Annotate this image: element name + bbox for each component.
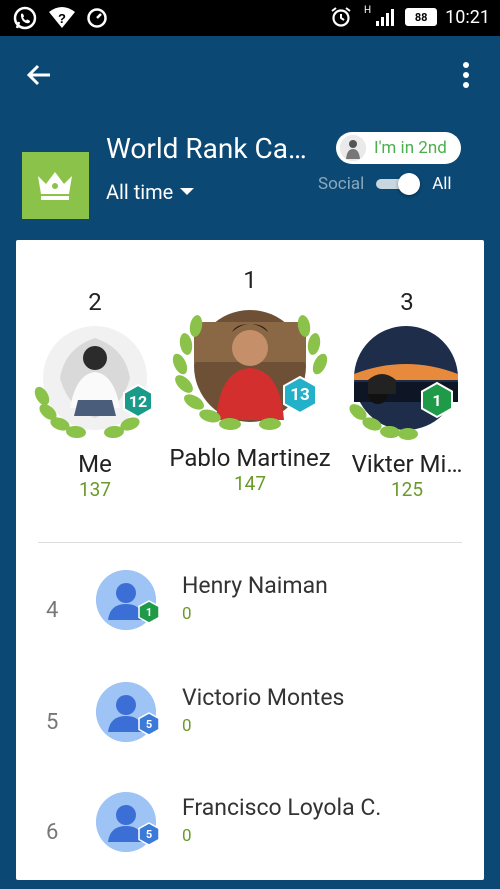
level-number: 13	[290, 385, 310, 405]
list-item[interactable]: 6 5 Francisco Loyola C. 0	[16, 786, 484, 886]
switch-thumb	[398, 173, 421, 195]
leaderboard-header: World Rank Ca… All time I'm in 2nd Socia…	[0, 116, 500, 240]
battery-icon: 88	[405, 8, 438, 26]
person-photo-icon	[340, 135, 366, 161]
podium-third[interactable]: 3 1 Vikter Mi… 125	[344, 288, 470, 501]
status-bar: ? H 88 10:21	[0, 0, 500, 36]
podium-name: Me	[78, 450, 112, 478]
scope-switch[interactable]	[376, 173, 421, 195]
laurel-wreath-icon	[172, 310, 328, 431]
level-number: 12	[128, 391, 148, 411]
dropdown-arrow-icon	[180, 188, 195, 195]
level-badge: 1	[420, 382, 454, 418]
podium-name: Pablo Martinez	[169, 444, 331, 472]
podium-score: 137	[78, 478, 112, 501]
rank-number: 5	[46, 710, 59, 735]
level-badge: 13	[282, 376, 318, 414]
speedometer-icon	[87, 8, 107, 28]
system-status: H 88 10:21	[330, 4, 490, 28]
rank-number: 6	[46, 820, 59, 845]
podium-score: 147	[233, 472, 267, 495]
my-rank-label: I'm in 2nd	[374, 138, 447, 158]
player-score: 0	[182, 826, 192, 846]
toggle-label-all: All	[432, 174, 452, 194]
alarm-icon	[331, 7, 351, 27]
back-button[interactable]	[22, 58, 56, 92]
podium-position: 3	[400, 288, 414, 316]
level-badge: 1	[138, 600, 160, 624]
time-filter-dropdown[interactable]: All time	[106, 180, 195, 204]
scope-toggle: Social All	[318, 173, 452, 195]
notification-icons: ?	[12, 5, 108, 31]
player-name: Francisco Loyola C.	[182, 794, 382, 821]
leaderboard-card: 2 12 Me 137 1 13 Pablo Martinez 147 3 1 …	[16, 240, 484, 880]
level-badge: 5	[138, 822, 160, 846]
player-name: Henry Naiman	[182, 572, 328, 599]
rank-number: 4	[46, 598, 59, 623]
arrow-back-icon	[26, 64, 50, 86]
player-score: 0	[182, 604, 192, 624]
battery-level: 88	[414, 10, 428, 24]
wifi-unknown-icon: ?	[49, 7, 75, 28]
level-badge: 12	[122, 384, 154, 418]
podium-second[interactable]: 2 12 Me 137	[30, 288, 160, 501]
podium-avatar: 13	[166, 302, 334, 440]
podium-first[interactable]: 1 13 Pablo Martinez 147	[166, 266, 334, 495]
level-number: 5	[145, 717, 153, 731]
podium-divider	[38, 542, 462, 543]
podium-name: Vikter Mi…	[351, 450, 463, 478]
more-options-button[interactable]	[452, 60, 480, 90]
clock: 10:21	[445, 6, 490, 28]
app-bar	[0, 36, 500, 116]
podium-avatar: 1	[344, 324, 470, 444]
whatsapp-icon	[13, 6, 37, 30]
list-item[interactable]: 5 5 Victorio Montes 0	[16, 676, 484, 776]
level-number: 1	[145, 605, 153, 619]
level-number: 5	[145, 827, 153, 841]
level-badge: 5	[138, 712, 160, 736]
podium-position: 2	[88, 288, 102, 316]
more-vert-icon	[463, 62, 469, 88]
podium-score: 125	[390, 478, 424, 501]
my-avatar-mini	[340, 135, 366, 161]
level-number: 1	[432, 390, 442, 410]
player-score: 0	[182, 716, 192, 736]
page-title: World Rank Ca…	[106, 132, 307, 165]
signal-icon	[376, 9, 395, 26]
podium: 2 12 Me 137 1 13 Pablo Martinez 147 3 1 …	[16, 240, 484, 540]
podium-avatar: 12	[30, 324, 160, 444]
list-item[interactable]: 4 1 Henry Naiman 0	[16, 564, 484, 664]
my-rank-pill[interactable]: I'm in 2nd	[336, 132, 461, 164]
network-type-label: H	[364, 4, 372, 16]
time-filter-label: All time	[106, 180, 174, 204]
svg-text:?: ?	[58, 11, 66, 26]
podium-position: 1	[243, 266, 257, 294]
player-name: Victorio Montes	[182, 684, 345, 711]
category-logo	[22, 152, 89, 219]
toggle-label-social: Social	[318, 174, 365, 194]
crown-icon	[38, 172, 72, 200]
